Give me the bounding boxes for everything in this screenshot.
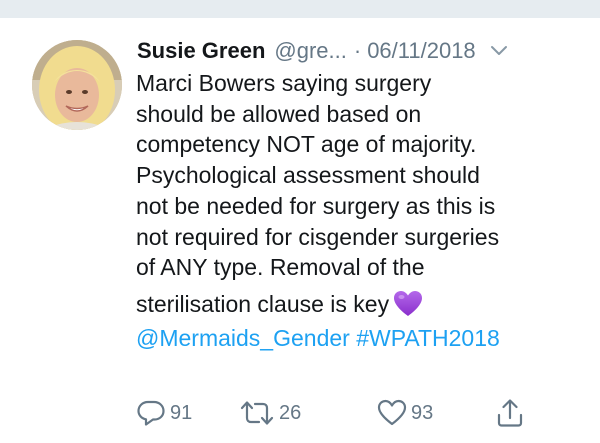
tweet-text-line: not be needed for surgery as this is	[136, 192, 496, 219]
avatar-photo-icon	[32, 40, 122, 130]
retweet-count: 26	[279, 401, 302, 424]
retweet-icon	[239, 399, 275, 427]
tweet-text-line: should be allowed based on	[136, 100, 422, 127]
reply-count: 91	[170, 401, 193, 424]
purple-heart-icon	[393, 290, 423, 318]
reply-button[interactable]: 91	[136, 398, 192, 428]
tweet-text-line-with-emoji: sterilisation clause is key	[136, 286, 586, 322]
hashtag-link[interactable]: #WPATH2018	[356, 325, 500, 351]
tweet-header: Susie Green @gre... · 06/11/2018	[137, 34, 587, 68]
tweet-text-line: sterilisation clause is key	[136, 290, 390, 317]
like-button[interactable]: 93	[377, 398, 433, 428]
avatar[interactable]	[32, 40, 122, 130]
tweet-text-line: of ANY type. Removal of the	[136, 254, 425, 281]
author-name[interactable]: Susie Green	[137, 38, 265, 64]
retweet-button[interactable]: 26	[239, 398, 301, 428]
top-divider-strip	[0, 0, 600, 18]
author-handle[interactable]: @gre...	[274, 38, 346, 64]
share-button[interactable]	[496, 398, 524, 428]
chevron-down-icon[interactable]	[488, 40, 510, 62]
mention-link[interactable]: @Mermaids_Gender	[136, 325, 350, 351]
tweet-text-line: Psychological assessment should	[136, 162, 480, 189]
heart-outline-icon	[377, 399, 407, 427]
reply-icon	[136, 399, 166, 427]
header-separator: ·	[353, 38, 362, 63]
tweet-text-line: not required for cisgender surgeries	[136, 223, 500, 250]
tweet-links-line: @Mermaids_Gender #WPATH2018	[136, 323, 586, 353]
tweet-actions: 91 26 93	[136, 398, 556, 428]
tweet-date[interactable]: 06/11/2018	[367, 38, 475, 64]
tweet-text: Marci Bowers saying surgery should be al…	[136, 68, 586, 353]
tweet-text-line: Marci Bowers saying surgery	[136, 70, 432, 96]
share-icon	[496, 398, 524, 428]
like-count: 93	[411, 401, 434, 424]
tweet-text-line: competency NOT age of majority.	[136, 131, 477, 158]
